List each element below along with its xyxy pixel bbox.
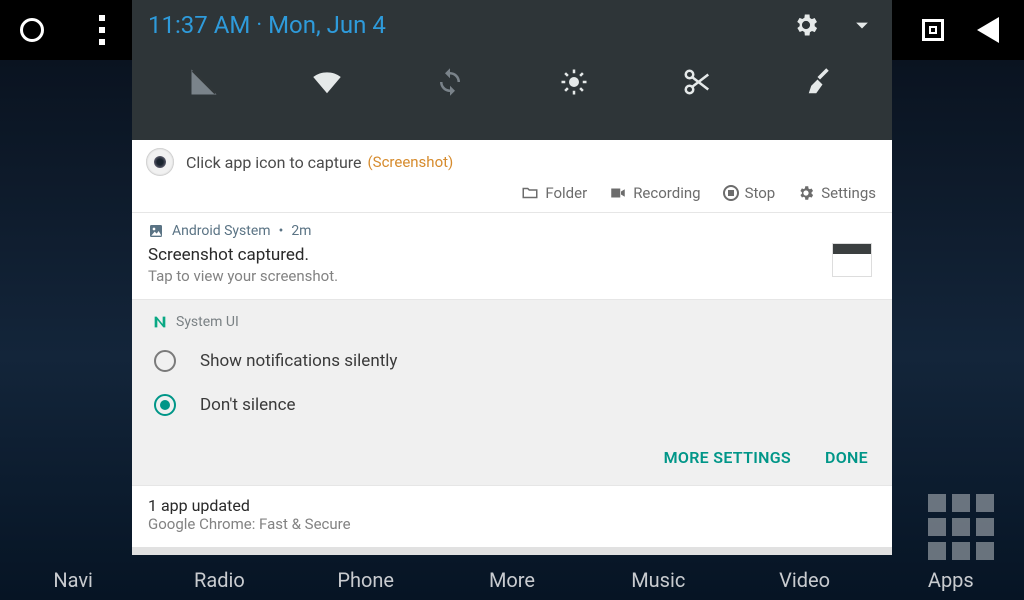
apps-grid-icon[interactable] (928, 494, 994, 560)
action-stop[interactable]: Stop (723, 184, 776, 202)
image-icon (148, 223, 164, 239)
notification-play-update[interactable]: 1 app updated Google Chrome: Fast & Secu… (132, 485, 892, 547)
dock: Navi Radio Phone More Music Video Apps (0, 568, 1024, 592)
wifi-icon (312, 67, 342, 97)
notification-shade[interactable]: 11:37 AM · Mon, Jun 4 (132, 0, 892, 555)
action-recording[interactable]: Recording (609, 184, 700, 202)
notification-controls-panel: System UI Show notifications silently Do… (132, 300, 892, 485)
controls-app-name: System UI (176, 314, 239, 330)
option-silent[interactable]: Show notifications silently (152, 344, 872, 378)
scissors-icon (682, 67, 712, 97)
dock-item-navi[interactable]: Navi (33, 568, 113, 592)
more-settings-button[interactable]: MORE SETTINGS (664, 448, 791, 467)
stop-icon (723, 185, 739, 201)
screenshot-thumbnail[interactable] (832, 243, 872, 277)
notification-separator: • (279, 223, 284, 239)
notification-title: Screenshot captured. (148, 245, 876, 265)
android-n-icon (152, 314, 168, 330)
quick-settings-panel: 11:37 AM · Mon, Jun 4 (132, 0, 892, 140)
menu-dots-icon[interactable] (99, 15, 105, 45)
clock-date[interactable]: Mon, Jun 4 (268, 11, 386, 39)
option-dont-silence[interactable]: Don't silence (152, 388, 872, 422)
home-circle-icon[interactable] (20, 18, 44, 42)
qs-tile-brightness[interactable] (554, 62, 594, 102)
dock-item-phone[interactable]: Phone (326, 568, 406, 592)
folder-icon (521, 184, 539, 202)
shade-grabber[interactable] (132, 547, 892, 555)
action-label: Stop (745, 184, 776, 202)
back-icon[interactable] (977, 17, 999, 43)
action-folder[interactable]: Folder (521, 184, 587, 202)
brightness-icon (559, 67, 589, 97)
done-button[interactable]: DONE (825, 448, 868, 467)
video-camera-icon (609, 184, 627, 202)
dock-item-more[interactable]: More (472, 568, 552, 592)
dock-item-apps[interactable]: Apps (911, 568, 991, 592)
notification-app-name: Android System (172, 223, 271, 239)
sync-icon (435, 67, 465, 97)
notification-screenshot[interactable]: Android System • 2m Screenshot captured.… (132, 213, 892, 300)
recent-apps-icon[interactable] (922, 19, 944, 41)
action-settings[interactable]: Settings (797, 184, 876, 202)
option-label: Don't silence (200, 395, 295, 415)
gear-icon (797, 184, 815, 202)
action-label: Folder (545, 184, 587, 202)
clock-time[interactable]: 11:37 AM (148, 11, 250, 39)
settings-gear-icon[interactable] (792, 11, 820, 39)
qs-tile-wifi[interactable] (307, 62, 347, 102)
broom-icon (805, 67, 835, 97)
notification-screenrec[interactable]: Click app icon to capture (Screenshot) F… (132, 140, 892, 213)
qs-tile-sync[interactable] (430, 62, 470, 102)
qs-tile-clean[interactable] (800, 62, 840, 102)
option-label: Show notifications silently (200, 351, 397, 371)
qs-tile-signal[interactable] (184, 62, 224, 102)
radio-unselected-icon (154, 350, 176, 372)
expand-chevron-icon[interactable] (848, 11, 876, 39)
camera-lens-icon (146, 148, 174, 176)
notification-app-suffix: (Screenshot) (368, 153, 454, 171)
qs-tile-screenshot[interactable] (677, 62, 717, 102)
clock-separator: · (250, 13, 268, 38)
notification-subtitle: Google Chrome: Fast & Secure (148, 515, 876, 533)
action-label: Settings (821, 184, 876, 202)
action-label: Recording (633, 184, 700, 202)
dock-item-radio[interactable]: Radio (179, 568, 259, 592)
dock-item-video[interactable]: Video (765, 568, 845, 592)
notification-title: 1 app updated (148, 496, 876, 515)
notification-subtitle: Tap to view your screenshot. (148, 267, 876, 285)
cellular-signal-icon (189, 67, 219, 97)
notification-age: 2m (291, 223, 311, 239)
dock-item-music[interactable]: Music (618, 568, 698, 592)
radio-selected-icon (154, 394, 176, 416)
notification-title: Click app icon to capture (186, 153, 362, 172)
